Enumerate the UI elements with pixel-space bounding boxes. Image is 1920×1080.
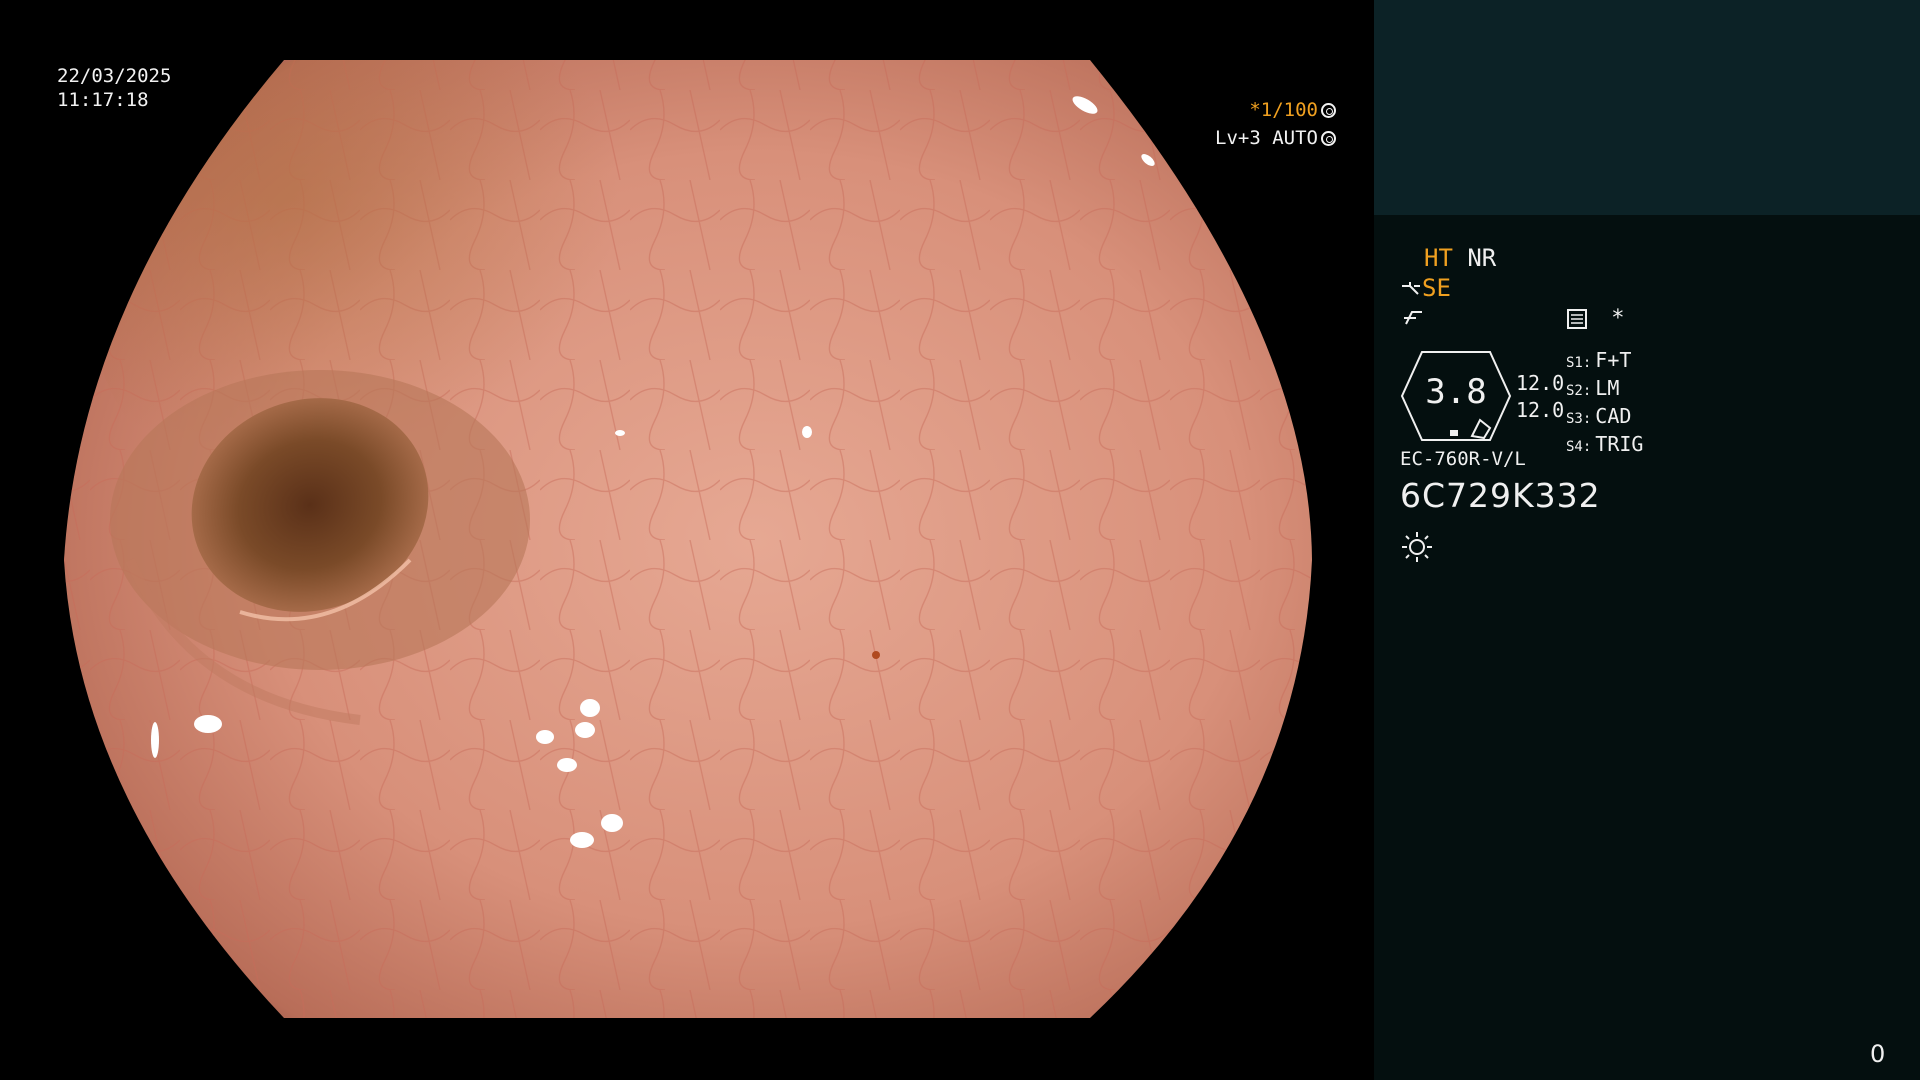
menu-row: * — [1566, 306, 1625, 332]
shutter-indicator: *1/100 — [1249, 98, 1336, 122]
se-label: SE — [1422, 274, 1451, 302]
date-text: 22/03/2025 — [57, 65, 172, 87]
switch-item: S1: F+T — [1566, 348, 1632, 372]
switch-item: S2: LM — [1566, 376, 1620, 400]
switch-item: S3: CAD — [1566, 404, 1632, 428]
ht-label: HT — [1424, 244, 1453, 272]
side-value-1: 12.0 — [1516, 371, 1565, 395]
colon-mucosa-image — [64, 60, 1312, 1018]
info-panel: HT NR SE * 3.8 12.0 12.0 S1: F+T S2: LM … — [1374, 0, 1920, 1080]
se-mode: SE — [1400, 274, 1451, 302]
star-label: * — [1611, 306, 1625, 331]
switch-item: S4: TRIG — [1566, 432, 1644, 456]
endoscope-image: 22/03/2025 11:17:18 *1/100 Lv+3 AUTO — [0, 0, 1374, 1080]
scope-hand-icon — [1402, 282, 1420, 295]
gain-value: 3.8 — [1425, 372, 1487, 412]
scope-switch-list: S1: F+T S2: LM S3: CAD S4: TRIG — [1566, 348, 1643, 460]
menu-list-icon — [1567, 309, 1587, 329]
info-panel-header-block — [1374, 0, 1920, 215]
nr-label: NR — [1467, 244, 1497, 272]
iris-icon — [1321, 131, 1336, 146]
exposure-level-text: Lv+3 AUTO — [1215, 127, 1318, 149]
scope-model: EC-760R-V/L — [1400, 448, 1526, 470]
light-source-icon — [1402, 532, 1432, 562]
time-text: 11:17:18 — [57, 89, 149, 111]
modulation-row — [1402, 304, 1424, 334]
page-number: 0 — [1870, 1040, 1886, 1068]
side-values: 12.0 12.0 — [1516, 370, 1564, 424]
scope-serial: 6C729K332 — [1400, 476, 1601, 515]
enhancement-modes: HT NR — [1424, 244, 1496, 272]
exposure-level-indicator: Lv+3 AUTO — [1215, 126, 1336, 150]
datetime-display: 22/03/2025 11:17:18 — [57, 64, 171, 112]
aperture-icon — [1321, 103, 1336, 118]
shutter-speed-text: *1/100 — [1249, 99, 1318, 121]
modulation-icon — [1404, 311, 1422, 325]
endoscopy-monitor: 22/03/2025 11:17:18 *1/100 Lv+3 AUTO HT … — [0, 0, 1920, 1080]
side-value-2: 12.0 — [1516, 398, 1565, 422]
